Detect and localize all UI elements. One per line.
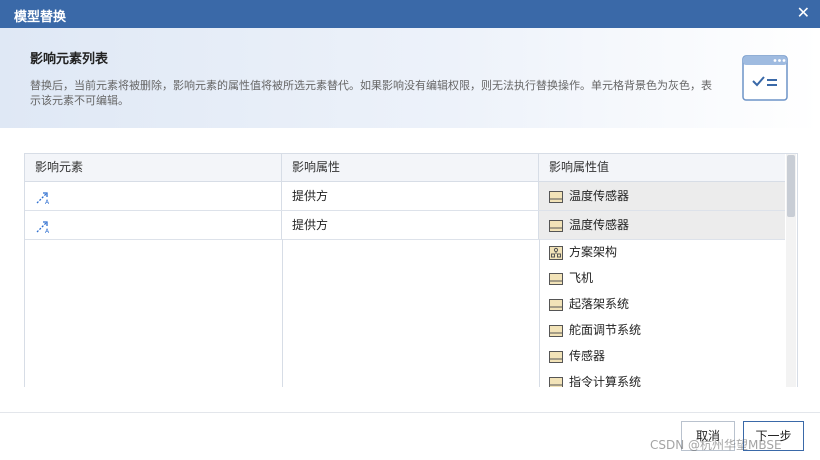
svg-text:A: A [45, 228, 50, 234]
option-label: 方案架构 [569, 245, 618, 259]
value-label: 温度传感器 [569, 189, 630, 203]
value-label: 温度传感器 [569, 218, 630, 232]
dropdown-option[interactable]: 传感器 [539, 343, 785, 369]
watermark: CSDN @杭州华望MBSE [650, 438, 782, 452]
option-label: 指令计算系统 [569, 375, 642, 387]
package-icon [549, 245, 563, 260]
dropdown-option[interactable]: 飞机 [539, 265, 785, 291]
element-cell[interactable]: A [25, 211, 282, 239]
vertical-scrollbar[interactable] [786, 154, 796, 387]
dropdown-option[interactable]: 指令计算系统 [539, 369, 785, 387]
table-row[interactable]: A 提供方 温度传感器 [25, 182, 785, 211]
footer-divider [0, 412, 820, 413]
dialog-titlebar: 模型替换 ✕ [0, 0, 820, 28]
svg-text:A: A [45, 199, 50, 205]
checklist-window-icon [742, 55, 788, 101]
option-label: 飞机 [569, 271, 594, 285]
value-dropdown-list[interactable]: 方案架构 飞机 起落架系统 舵面调节系统 传感器 指令计算系统 [539, 239, 785, 387]
association-icon: A [36, 220, 50, 234]
column-header-value: 影响属性值 [549, 160, 610, 174]
block-icon [549, 376, 563, 387]
empty-column-area [282, 239, 540, 387]
impact-table: 影响元素 影响属性 影响属性值 A 提供方 温度传感器 A 提供方 温度传感器 … [24, 153, 798, 387]
column-header-property: 影响属性 [282, 154, 539, 181]
dropdown-option[interactable]: 起落架系统 [539, 291, 785, 317]
option-label: 传感器 [569, 349, 606, 363]
dropdown-option-package[interactable]: 方案架构 [539, 239, 785, 265]
option-label: 舵面调节系统 [569, 323, 642, 337]
block-icon [549, 350, 563, 363]
empty-column-area [25, 239, 283, 387]
dropdown-option[interactable]: 舵面调节系统 [539, 317, 785, 343]
property-cell: 提供方 [282, 182, 539, 210]
scrollbar-thumb[interactable] [787, 155, 795, 217]
section-heading: 影响元素列表 [30, 52, 109, 67]
block-icon [549, 190, 563, 203]
block-icon [549, 219, 563, 232]
value-cell-readonly: 温度传感器 [539, 211, 785, 239]
block-icon [549, 324, 563, 337]
section-description: 替换后，当前元素将被删除，影响元素的属性值将被所选元素替代。如果影响没有编辑权限… [30, 79, 712, 107]
table-row[interactable]: A 提供方 温度传感器 [25, 211, 785, 240]
block-icon [549, 272, 563, 285]
dialog-title: 模型替换 [14, 10, 67, 25]
association-icon: A [36, 191, 50, 205]
column-header-element: 影响元素 [25, 154, 282, 181]
info-header: 影响元素列表 替换后，当前元素将被删除，影响元素的属性值将被所选元素替代。如果影… [0, 28, 820, 128]
property-cell: 提供方 [282, 211, 539, 239]
option-label: 起落架系统 [569, 297, 630, 311]
value-cell-readonly: 温度传感器 [539, 182, 785, 210]
block-icon [549, 298, 563, 311]
element-cell[interactable]: A [25, 182, 282, 210]
close-icon[interactable]: ✕ [797, 3, 810, 23]
table-header: 影响元素 影响属性 影响属性值 [25, 154, 785, 182]
